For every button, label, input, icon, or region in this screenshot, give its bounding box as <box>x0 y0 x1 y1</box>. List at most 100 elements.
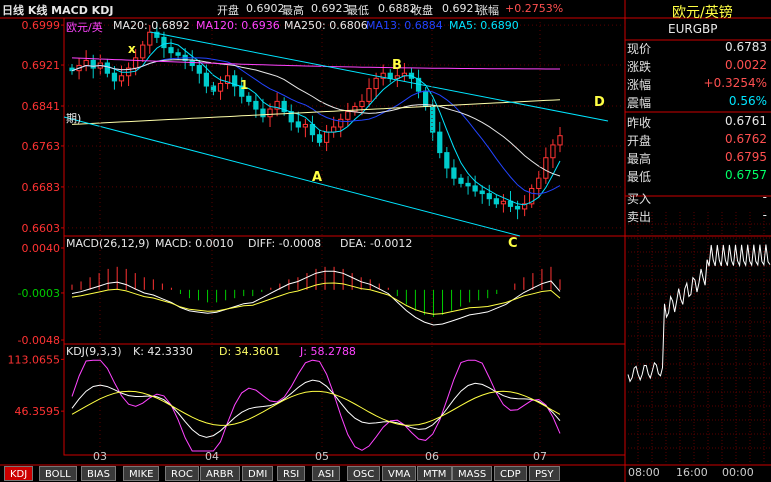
candle-body <box>147 31 153 46</box>
quote-row-value: 0.6762 <box>725 132 767 146</box>
tab-vma[interactable]: VMA <box>382 466 417 481</box>
macd-tick-label: 0.0040 <box>22 242 61 255</box>
j-line <box>71 359 561 452</box>
quote-row-label: 涨跌 <box>627 60 652 74</box>
k-line <box>71 379 561 438</box>
candle-body <box>507 200 514 207</box>
quote-row-value: - <box>762 208 767 222</box>
annotation-d: D <box>594 95 605 110</box>
candle-body <box>323 131 330 143</box>
candle-body <box>331 126 337 133</box>
annotation-a: A <box>312 170 323 185</box>
quote-row-value: 0.56% <box>728 94 767 108</box>
y-tick-label: 0.6683 <box>22 181 61 194</box>
candle-body <box>246 95 252 102</box>
tab-mtm[interactable]: MTM <box>417 466 453 481</box>
candle-body <box>430 106 436 133</box>
candle-body <box>338 118 344 128</box>
candle-body <box>309 123 316 136</box>
tab-psy[interactable]: PSY <box>529 466 560 481</box>
candle-body <box>111 72 118 82</box>
x-tick-label: 04 <box>205 450 219 463</box>
candle-body <box>253 100 259 110</box>
tab-asi[interactable]: ASI <box>312 466 341 481</box>
candle-body <box>543 157 549 179</box>
tab-mike[interactable]: MIKE <box>123 466 160 481</box>
quote-row-label: 最高 <box>627 152 652 166</box>
annotation-x: x <box>128 42 136 56</box>
annotation-cut: 期) <box>66 112 82 125</box>
x-tick-label: 06 <box>425 450 439 463</box>
candle-body <box>444 152 450 169</box>
candle-body <box>479 190 485 195</box>
x-tick-label: 03 <box>93 450 107 463</box>
quote-row-label: 昨收 <box>627 116 652 130</box>
kdj-tick-label: 113.0655 <box>8 353 61 366</box>
quote-row-value: 0.6761 <box>725 114 767 128</box>
candle-body <box>387 72 393 79</box>
tab-cdp[interactable]: CDP <box>494 466 527 481</box>
candle-body <box>83 59 89 67</box>
annotation-b: B <box>392 58 402 73</box>
quote-row-value: - <box>762 190 767 204</box>
candle-body <box>451 167 457 179</box>
candle-body <box>345 111 351 120</box>
legend-ma5: MA5: 0.6890 <box>449 19 519 32</box>
y-tick-label: 0.6603 <box>22 222 61 235</box>
y-tick-label: 0.6841 <box>22 100 61 113</box>
candle-body <box>104 62 110 74</box>
candle-body <box>472 185 478 192</box>
candle-body <box>458 177 464 184</box>
legend-ma250: MA250: 0.6806 <box>284 19 368 32</box>
tab-arbr[interactable]: ARBR <box>200 466 240 481</box>
mini-time-label: 00:00 <box>722 466 754 479</box>
tab-rsi[interactable]: RSI <box>277 466 306 481</box>
trend-channel-upper <box>149 31 609 122</box>
quote-row-value: 0.6783 <box>725 40 767 54</box>
main-legend-name: 欧元/英 <box>66 21 103 34</box>
y-tick-label: 0.6999 <box>22 19 61 32</box>
y-tick-label: 0.6921 <box>22 59 61 72</box>
candle-body <box>295 121 301 128</box>
tab-bias[interactable]: BIAS <box>81 466 116 481</box>
candle-body <box>140 44 146 59</box>
candle-body <box>514 205 521 210</box>
tab-osc[interactable]: OSC <box>347 466 381 481</box>
tab-roc[interactable]: ROC <box>165 466 199 481</box>
tab-boll[interactable]: BOLL <box>39 466 77 481</box>
candle-body <box>500 200 507 205</box>
mini-time-label: 16:00 <box>676 466 708 479</box>
candle-body <box>133 57 139 69</box>
kdj-legend-j: J: 58.2788 <box>300 345 356 358</box>
ma120-line <box>71 57 560 70</box>
candle-body <box>352 106 358 113</box>
quote-row-value: 0.0022 <box>725 58 767 72</box>
legend-ma20: MA20: 0.6892 <box>113 19 190 32</box>
candle-body <box>486 193 492 200</box>
candle-body <box>557 135 563 146</box>
macd-tick-label: -0.0003 <box>18 287 60 300</box>
candle-body <box>493 198 499 205</box>
kdj-tick-label: 46.3595 <box>15 405 61 418</box>
candle-body <box>203 72 209 87</box>
tab-dmi[interactable]: DMI <box>242 466 274 481</box>
x-tick-label: 05 <box>315 450 329 463</box>
x-tick-label: 07 <box>533 450 547 463</box>
candle-body <box>550 144 556 159</box>
tab-kdj[interactable]: KDJ <box>4 466 34 481</box>
tab-mass[interactable]: MASS <box>452 466 493 481</box>
mini-time-label: 08:00 <box>628 466 660 479</box>
ma250-line <box>71 99 561 125</box>
quote-row-label: 最低 <box>627 170 652 184</box>
quote-row-value: +0.3254% <box>703 76 767 90</box>
annotation-c: C <box>508 236 518 251</box>
candle-body <box>267 108 273 118</box>
quote-row-label: 震幅 <box>627 96 652 110</box>
macd-legend-diff: DIFF: -0.0008 <box>248 237 322 250</box>
candle-body <box>465 182 471 187</box>
y-tick-label: 0.6763 <box>22 140 61 153</box>
quote-row-value: 0.6795 <box>725 150 767 164</box>
kdj-legend-k: K: 42.3330 <box>133 345 193 358</box>
quote-row-label: 涨幅 <box>627 78 652 92</box>
macd-legend-macd: MACD: 0.0010 <box>155 237 234 250</box>
